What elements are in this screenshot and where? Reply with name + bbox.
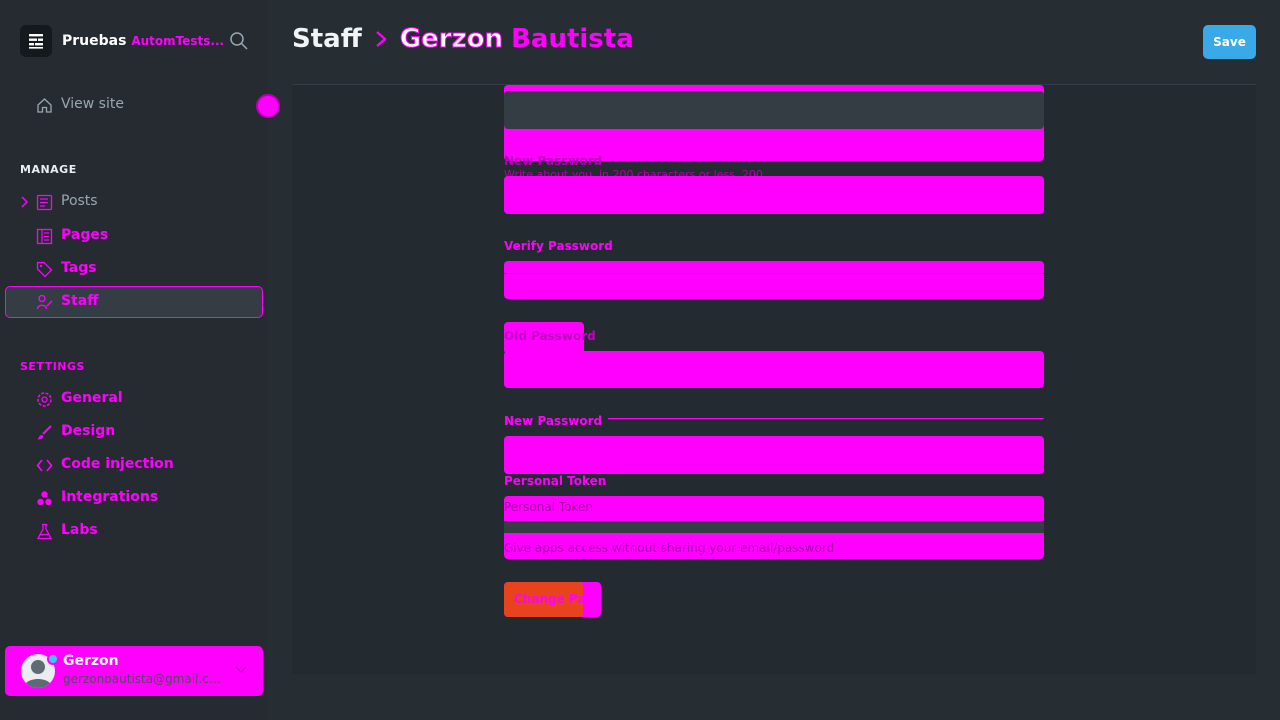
status-dot: [47, 653, 59, 665]
manage-section-title: MANAGE: [20, 163, 77, 176]
home-icon: [37, 98, 52, 113]
sidebar-item-posts[interactable]: Posts: [5, 186, 263, 218]
verify-password-label: Verify Password: [504, 239, 613, 253]
sidebar: Pruebas AutomTests... View site MANAGE P…: [0, 0, 280, 720]
staff-icon: [36, 294, 53, 310]
user-email: gerzonbautista@gmail.com: [63, 672, 223, 686]
chevron-down-icon[interactable]: [235, 666, 247, 674]
user-menu[interactable]: Gerzon gerzonbautista@gmail.com: [5, 646, 263, 696]
old-password-input[interactable]: [504, 351, 1044, 388]
breadcrumb: Staff Gerzon Bautista: [292, 24, 634, 55]
sidebar-item-view-site[interactable]: View site: [5, 89, 263, 121]
new-password-input-2[interactable]: [504, 436, 1044, 474]
tag-icon: [36, 261, 53, 278]
sidebar-item-integrations[interactable]: Integrations: [5, 482, 263, 514]
sidebar-item-label: View site: [61, 96, 124, 112]
brush-icon: [37, 425, 52, 440]
brand-name: Pruebas AutomTests...: [62, 33, 224, 49]
brand-logo-icon: [20, 25, 52, 57]
personal-token-label: Personal Token: [504, 474, 607, 488]
breadcrumb-current-last: Bautista: [511, 24, 634, 54]
chevron-right-icon[interactable]: [19, 195, 29, 209]
save-button[interactable]: Save: [1203, 25, 1256, 59]
divider: [504, 273, 1044, 274]
sidebar-item-label: Pages: [61, 227, 109, 243]
sidebar-item-label: Labs: [61, 522, 98, 538]
sidebar-item-pages[interactable]: Pages: [5, 220, 263, 252]
pages-icon: [36, 228, 53, 245]
sidebar-item-label: Design: [61, 423, 116, 439]
flask-icon: [36, 523, 53, 540]
integrations-icon: [37, 491, 52, 506]
new-password-input[interactable]: [504, 176, 1044, 214]
breadcrumb-current-first: Gerzon: [399, 24, 504, 55]
posts-icon: [36, 194, 53, 211]
sidebar-item-labs[interactable]: Labs: [5, 515, 263, 547]
settings-section-title: SETTINGS: [20, 360, 85, 373]
code-icon: [36, 459, 53, 472]
change-password-label: Change Password: [514, 592, 583, 606]
sidebar-item-staff[interactable]: Staff: [5, 286, 263, 318]
brand-name-main: Pruebas: [62, 33, 127, 49]
personal-token-input[interactable]: [504, 521, 1044, 533]
sidebar-item-label: Code injection: [61, 456, 174, 472]
user-name: Gerzon: [63, 653, 119, 669]
old-password-label: Old Password: [504, 329, 596, 343]
sidebar-item-design[interactable]: Design: [5, 416, 263, 448]
brand[interactable]: Pruebas AutomTests...: [20, 25, 224, 57]
sidebar-item-label: Staff: [61, 293, 99, 309]
new-password-label: New Password: [504, 154, 603, 168]
brand-name-rest: AutomTests...: [131, 34, 225, 48]
sidebar-item-label: Integrations: [61, 489, 159, 505]
change-password-button[interactable]: Change Password: [504, 582, 583, 617]
new-password-label-2: New Password: [504, 414, 609, 428]
sidebar-item-label: Posts: [61, 193, 98, 209]
personal-token-hint: Give apps access without sharing your em…: [504, 541, 835, 555]
breadcrumb-parent[interactable]: Staff: [292, 24, 362, 54]
verify-password-input[interactable]: [504, 261, 1044, 299]
sidebar-item-code-injection[interactable]: Code injection: [5, 449, 263, 481]
notification-dot[interactable]: [256, 94, 280, 118]
bio-textarea[interactable]: [504, 91, 1044, 129]
sidebar-item-label: Tags: [61, 260, 97, 276]
search-icon[interactable]: [229, 31, 249, 51]
sidebar-item-tags[interactable]: Tags: [5, 253, 263, 285]
gear-icon: [37, 392, 52, 407]
chevron-right-icon: [376, 31, 387, 47]
personal-token-value[interactable]: Personal Token: [504, 500, 593, 514]
sidebar-item-general[interactable]: General: [5, 383, 263, 415]
sidebar-item-label: General: [61, 390, 123, 406]
